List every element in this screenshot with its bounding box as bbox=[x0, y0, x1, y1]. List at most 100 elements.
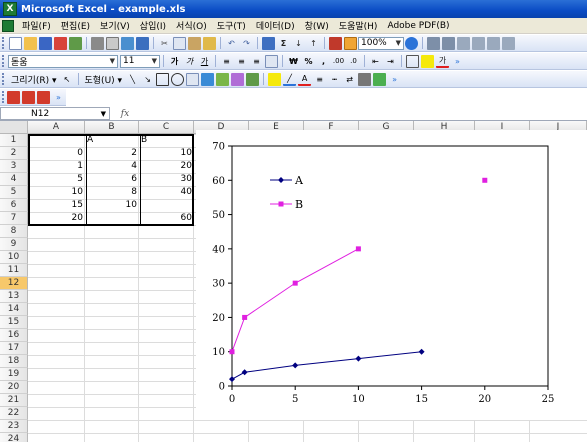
row-header-9[interactable]: 9 bbox=[0, 238, 28, 251]
convert-and-review-icon[interactable] bbox=[37, 90, 50, 104]
cell-c3[interactable]: 20 bbox=[139, 160, 194, 173]
toolbar-icon[interactable] bbox=[472, 36, 485, 50]
row-header-8[interactable]: 8 bbox=[0, 225, 28, 238]
hyperlink-icon[interactable] bbox=[262, 36, 275, 50]
decrease-indent-icon[interactable]: ⇤ bbox=[369, 55, 382, 68]
row-header-11[interactable]: 11 bbox=[0, 264, 28, 277]
draw-menu-button[interactable]: 그리기(R) ▾ bbox=[8, 73, 60, 86]
align-center-icon[interactable]: ≡ bbox=[235, 55, 248, 68]
format-painter-icon[interactable] bbox=[203, 36, 216, 50]
row-header-10[interactable]: 10 bbox=[0, 251, 28, 264]
row-header-13[interactable]: 13 bbox=[0, 290, 28, 303]
toolbar-grip[interactable] bbox=[2, 91, 4, 103]
menu-format[interactable]: 서식(O) bbox=[171, 19, 212, 32]
menu-edit[interactable]: 편집(E) bbox=[56, 19, 95, 32]
cell-b2[interactable]: 2 bbox=[85, 147, 139, 160]
merge-center-icon[interactable] bbox=[265, 54, 278, 68]
align-left-icon[interactable]: ≡ bbox=[220, 55, 233, 68]
spelling-icon[interactable] bbox=[121, 36, 134, 50]
cell-c6[interactable] bbox=[139, 199, 194, 212]
toolbar-grip[interactable] bbox=[2, 73, 6, 85]
drawing-icon[interactable] bbox=[344, 36, 357, 50]
cell-a4[interactable]: 5 bbox=[28, 173, 85, 186]
chevron-down-icon[interactable]: ▼ bbox=[396, 39, 401, 47]
toolbar-grip[interactable] bbox=[2, 55, 6, 67]
increase-indent-icon[interactable]: ⇥ bbox=[384, 55, 397, 68]
open-icon[interactable] bbox=[24, 36, 37, 50]
wordart-icon[interactable] bbox=[201, 72, 215, 86]
row-header-12[interactable]: 12 bbox=[0, 277, 28, 290]
rectangle-icon[interactable] bbox=[156, 72, 170, 86]
font-color-button[interactable]: 가 bbox=[436, 55, 449, 68]
row-header-16[interactable]: 16 bbox=[0, 329, 28, 342]
align-right-icon[interactable]: ≡ bbox=[250, 55, 263, 68]
line-icon[interactable]: ╲ bbox=[126, 73, 139, 86]
redo-icon[interactable]: ↷ bbox=[240, 37, 253, 50]
underline-button[interactable]: 가 bbox=[198, 55, 211, 68]
toolbar-icon[interactable] bbox=[487, 36, 500, 50]
new-icon[interactable] bbox=[9, 36, 22, 50]
paste-icon[interactable] bbox=[188, 36, 201, 50]
select-all-corner[interactable] bbox=[0, 121, 28, 134]
cell-c4[interactable]: 30 bbox=[139, 173, 194, 186]
textbox-icon[interactable] bbox=[186, 72, 200, 86]
cell-b1[interactable]: A bbox=[85, 134, 139, 147]
zoom-combo[interactable]: 100% ▼ bbox=[358, 36, 404, 50]
cell-b5[interactable]: 8 bbox=[85, 186, 139, 199]
row-header-24[interactable]: 24 bbox=[0, 433, 28, 442]
research-icon[interactable] bbox=[136, 36, 149, 50]
chart-wizard-icon[interactable] bbox=[329, 36, 342, 50]
row-header-15[interactable]: 15 bbox=[0, 316, 28, 329]
toolbar-grip[interactable] bbox=[2, 37, 6, 49]
arrow-icon[interactable]: ↘ bbox=[141, 73, 154, 86]
row-header-4[interactable]: 4 bbox=[0, 173, 28, 186]
toolbar-icon[interactable] bbox=[442, 36, 455, 50]
row-header-20[interactable]: 20 bbox=[0, 381, 28, 394]
permission-icon[interactable] bbox=[54, 36, 67, 50]
cell-a2[interactable]: 0 bbox=[28, 147, 85, 160]
row-header-14[interactable]: 14 bbox=[0, 303, 28, 316]
chevron-down-icon[interactable]: ▼ bbox=[101, 110, 106, 118]
menu-window[interactable]: 창(W) bbox=[300, 19, 334, 32]
menu-adobe-pdf[interactable]: Adobe PDF(B) bbox=[382, 21, 454, 31]
cell-c2[interactable]: 10 bbox=[139, 147, 194, 160]
cell-b6[interactable]: 10 bbox=[85, 199, 139, 212]
row-header-6[interactable]: 6 bbox=[0, 199, 28, 212]
fill-color-icon[interactable] bbox=[421, 54, 434, 68]
row-header-7[interactable]: 7 bbox=[0, 212, 28, 225]
cell-a1[interactable] bbox=[28, 134, 85, 147]
borders-icon[interactable] bbox=[406, 54, 419, 68]
line-style-icon[interactable]: ≡ bbox=[313, 73, 326, 86]
chevron-down-icon[interactable]: ▼ bbox=[110, 57, 115, 65]
toolbar-options-icon[interactable]: » bbox=[451, 55, 464, 68]
dash-style-icon[interactable]: ┅ bbox=[328, 73, 341, 86]
convert-to-pdf-icon[interactable] bbox=[7, 90, 20, 104]
bold-button[interactable]: 가 bbox=[168, 55, 181, 68]
toolbar-options-icon[interactable]: » bbox=[388, 73, 401, 86]
cell-b4[interactable]: 6 bbox=[85, 173, 139, 186]
row-header-5[interactable]: 5 bbox=[0, 186, 28, 199]
insert-function-icon[interactable]: fx bbox=[110, 109, 140, 119]
column-header-b[interactable]: B bbox=[85, 121, 139, 134]
currency-button[interactable]: ₩ bbox=[287, 55, 300, 68]
print-preview-icon[interactable] bbox=[106, 36, 119, 50]
row-header-23[interactable]: 23 bbox=[0, 420, 28, 433]
font-size-combo[interactable]: 11 ▼ bbox=[120, 54, 160, 68]
print-icon[interactable] bbox=[91, 36, 104, 50]
row-header-22[interactable]: 22 bbox=[0, 407, 28, 420]
cell-b3[interactable]: 4 bbox=[85, 160, 139, 173]
cell-b7[interactable] bbox=[85, 212, 139, 225]
arrow-style-icon[interactable]: ⇄ bbox=[343, 73, 356, 86]
autoshapes-menu-button[interactable]: 도형(U) ▾ bbox=[82, 73, 126, 86]
cut-icon[interactable]: ✂ bbox=[158, 37, 171, 50]
cell-a3[interactable]: 1 bbox=[28, 160, 85, 173]
increase-decimal-button[interactable]: .00 bbox=[332, 55, 345, 68]
undo-icon[interactable]: ↶ bbox=[225, 37, 238, 50]
workbook-icon[interactable] bbox=[2, 19, 14, 32]
cell-a5[interactable]: 10 bbox=[28, 186, 85, 199]
menu-insert[interactable]: 삽입(I) bbox=[135, 19, 171, 32]
row-header-3[interactable]: 3 bbox=[0, 160, 28, 173]
formula-input[interactable] bbox=[140, 107, 587, 120]
row-header-18[interactable]: 18 bbox=[0, 355, 28, 368]
name-box[interactable]: N12 ▼ bbox=[0, 107, 110, 120]
